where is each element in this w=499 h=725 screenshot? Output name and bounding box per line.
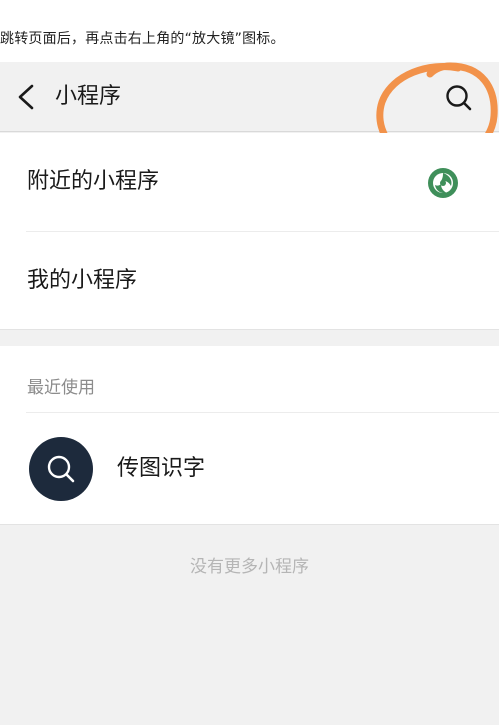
mini-programs-screen: 小程序 附近的小程序 我的小程序 最近使用 传图识字 没有更多小程序 [0,62,499,725]
list-item[interactable]: 传图识字 [0,413,499,525]
nearby-mini-program-icon [428,168,458,198]
my-mini-programs-item[interactable]: 我的小程序 [0,232,499,330]
search-icon [446,85,472,111]
app-avatar [29,437,93,501]
chevron-left-icon [18,84,34,110]
menu-card: 附近的小程序 我的小程序 [0,133,499,330]
recent-header: 最近使用 [27,378,95,398]
my-mini-programs-label: 我的小程序 [27,268,138,293]
no-more-text: 没有更多小程序 [190,557,309,577]
navbar: 小程序 [0,62,499,166]
back-button[interactable] [10,80,44,114]
recent-section: 最近使用 传图识字 [0,346,499,525]
instruction-text: 跳转页面后，再点击右上角的“放大镜”图标。 [0,31,285,47]
app-name: 传图识字 [117,456,206,481]
nearby-mini-programs-item[interactable]: 附近的小程序 [0,133,499,232]
nearby-mini-programs-label: 附近的小程序 [27,169,160,194]
search-button[interactable] [443,82,475,114]
search-icon [47,455,75,483]
page-title: 小程序 [55,84,122,109]
